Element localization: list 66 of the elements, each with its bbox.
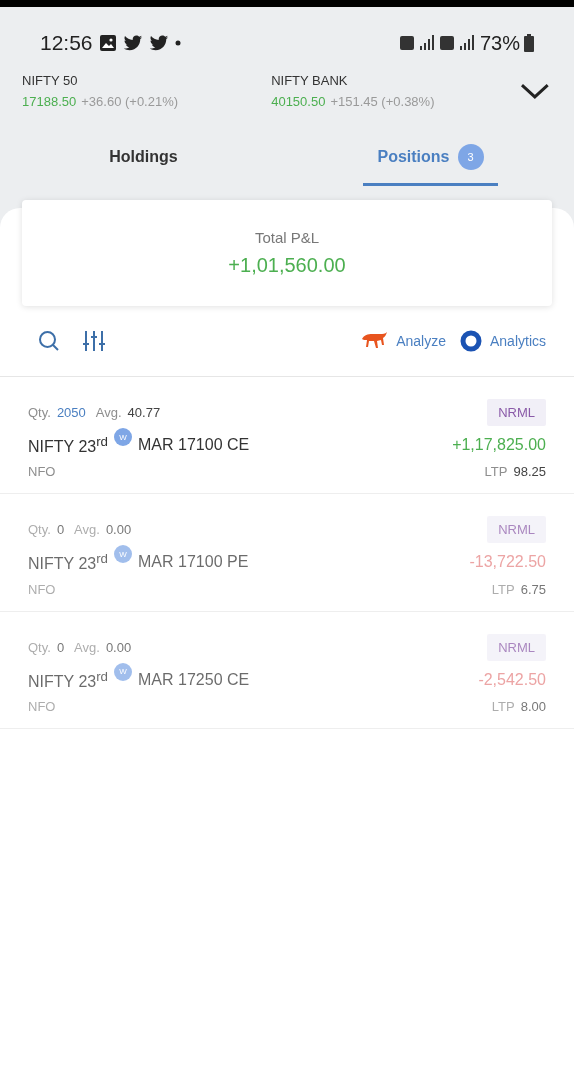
weekly-badge: W (114, 545, 133, 564)
ltp-label: LTP (484, 464, 508, 480)
index-name: NIFTY BANK (271, 73, 349, 88)
tab[interactable]: Positions 3 (287, 131, 574, 186)
bird-icon (122, 34, 143, 52)
tab[interactable]: Holdings (0, 131, 287, 186)
bird-icon (148, 34, 169, 52)
chevron-down-icon[interactable] (520, 82, 550, 100)
battery-percentage: 73% (479, 31, 520, 55)
search-icon[interactable] (38, 330, 60, 352)
position-row[interactable]: Qty. 0 Avg. 0.00 NRML NIFTY 23$^{rd}$ W MAR 17250 CE -2,542.50 NFO LTP 8.00 (0, 611, 574, 729)
product-tag: NRML (487, 516, 546, 544)
weekly-badge: W (114, 662, 133, 681)
index-name: NIFTY 50 (22, 73, 79, 88)
index-change: +36.60 (+0.21%) (81, 94, 179, 109)
avg-label: Avg. (74, 639, 100, 655)
product-tag: NRML (487, 633, 546, 661)
qty-label: Qty. (28, 405, 51, 420)
qty-label: Qty. (28, 639, 51, 655)
index-value: 17188.50 (22, 94, 77, 109)
ltp-label: LTP (491, 699, 515, 714)
pnl-value: +1,01,560.00 (228, 254, 346, 277)
filter-sliders-icon[interactable] (82, 330, 106, 352)
bull-icon (360, 331, 389, 351)
dot-icon (174, 40, 181, 46)
exchange-label: NFO (28, 699, 56, 714)
analyze-link[interactable]: Analyze (360, 331, 446, 351)
analytics-link[interactable]: Analytics (459, 330, 546, 352)
index-value: 40150.50 (271, 94, 326, 109)
qty-value: 0 (56, 639, 65, 655)
position-pnl: -13,722.50 (469, 553, 546, 572)
exchange-label: NFO (28, 581, 56, 597)
contract-name: MAR 17100 PE (138, 553, 249, 572)
avg-value: 40.77 (127, 405, 161, 420)
contract-name: MAR 17250 CE (138, 670, 250, 689)
ltp-value: 6.75 (520, 581, 546, 597)
count-badge: 3 (457, 144, 484, 170)
position-row[interactable]: Qty. 2050 Avg. 40.77 NRML NIFTY 23$^{rd}$ W MAR 17100 CE +1,17,825.00 NFO LTP 98.25 (0, 377, 574, 495)
ltp-label: LTP (491, 581, 515, 597)
clock: 12:56 (40, 31, 93, 55)
avg-value: 0.00 (105, 522, 132, 538)
avg-label: Avg. (95, 405, 122, 420)
qty-label: Qty. (28, 522, 51, 538)
signal-icon (399, 34, 436, 52)
exchange-label: NFO (28, 464, 56, 480)
qty-value: 2050 (56, 405, 86, 420)
position-pnl: -2,542.50 (478, 670, 546, 689)
instrument-name: NIFTY 23$^{rd}$ (28, 434, 109, 457)
instrument-name: NIFTY 23$^{rd}$ (28, 551, 109, 574)
position-row[interactable]: Qty. 0 Avg. 0.00 NRML NIFTY 23$^{rd}$ W MAR 17100 PE -13,722.50 NFO LTP 6.75 (0, 494, 574, 612)
weekly-badge: W (114, 428, 133, 446)
avg-label: Avg. (74, 522, 100, 538)
contract-name: MAR 17100 CE (138, 436, 250, 455)
pnl-label: Total P&L (254, 229, 320, 246)
qty-value: 0 (56, 522, 65, 538)
avg-value: 0.00 (105, 639, 132, 655)
battery-icon (524, 34, 534, 52)
product-tag: NRML (487, 399, 546, 426)
ltp-value: 8.00 (520, 699, 546, 714)
ltp-value: 98.25 (513, 464, 546, 480)
position-pnl: +1,17,825.00 (452, 436, 546, 455)
instrument-name: NIFTY 23$^{rd}$ (28, 668, 109, 691)
index-change: +151.45 (+0.38%) (330, 94, 435, 109)
signal-icon (439, 34, 476, 52)
ring-icon (459, 330, 482, 352)
image-icon (98, 34, 117, 52)
